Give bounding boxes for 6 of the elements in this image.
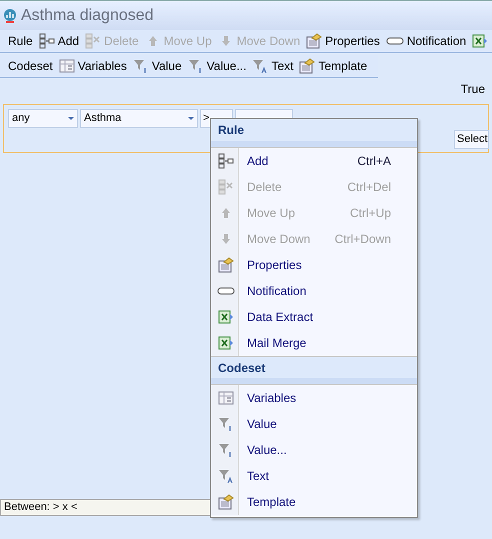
menu-section-header: Codeset bbox=[211, 356, 417, 384]
toolbar-label: Rule bbox=[8, 33, 33, 50]
toolbar-label: Codeset bbox=[8, 58, 53, 75]
result-text: True bbox=[460, 82, 485, 96]
menu-section-header: Rule bbox=[211, 119, 417, 147]
window-title: Asthma diagnosed bbox=[21, 6, 154, 26]
